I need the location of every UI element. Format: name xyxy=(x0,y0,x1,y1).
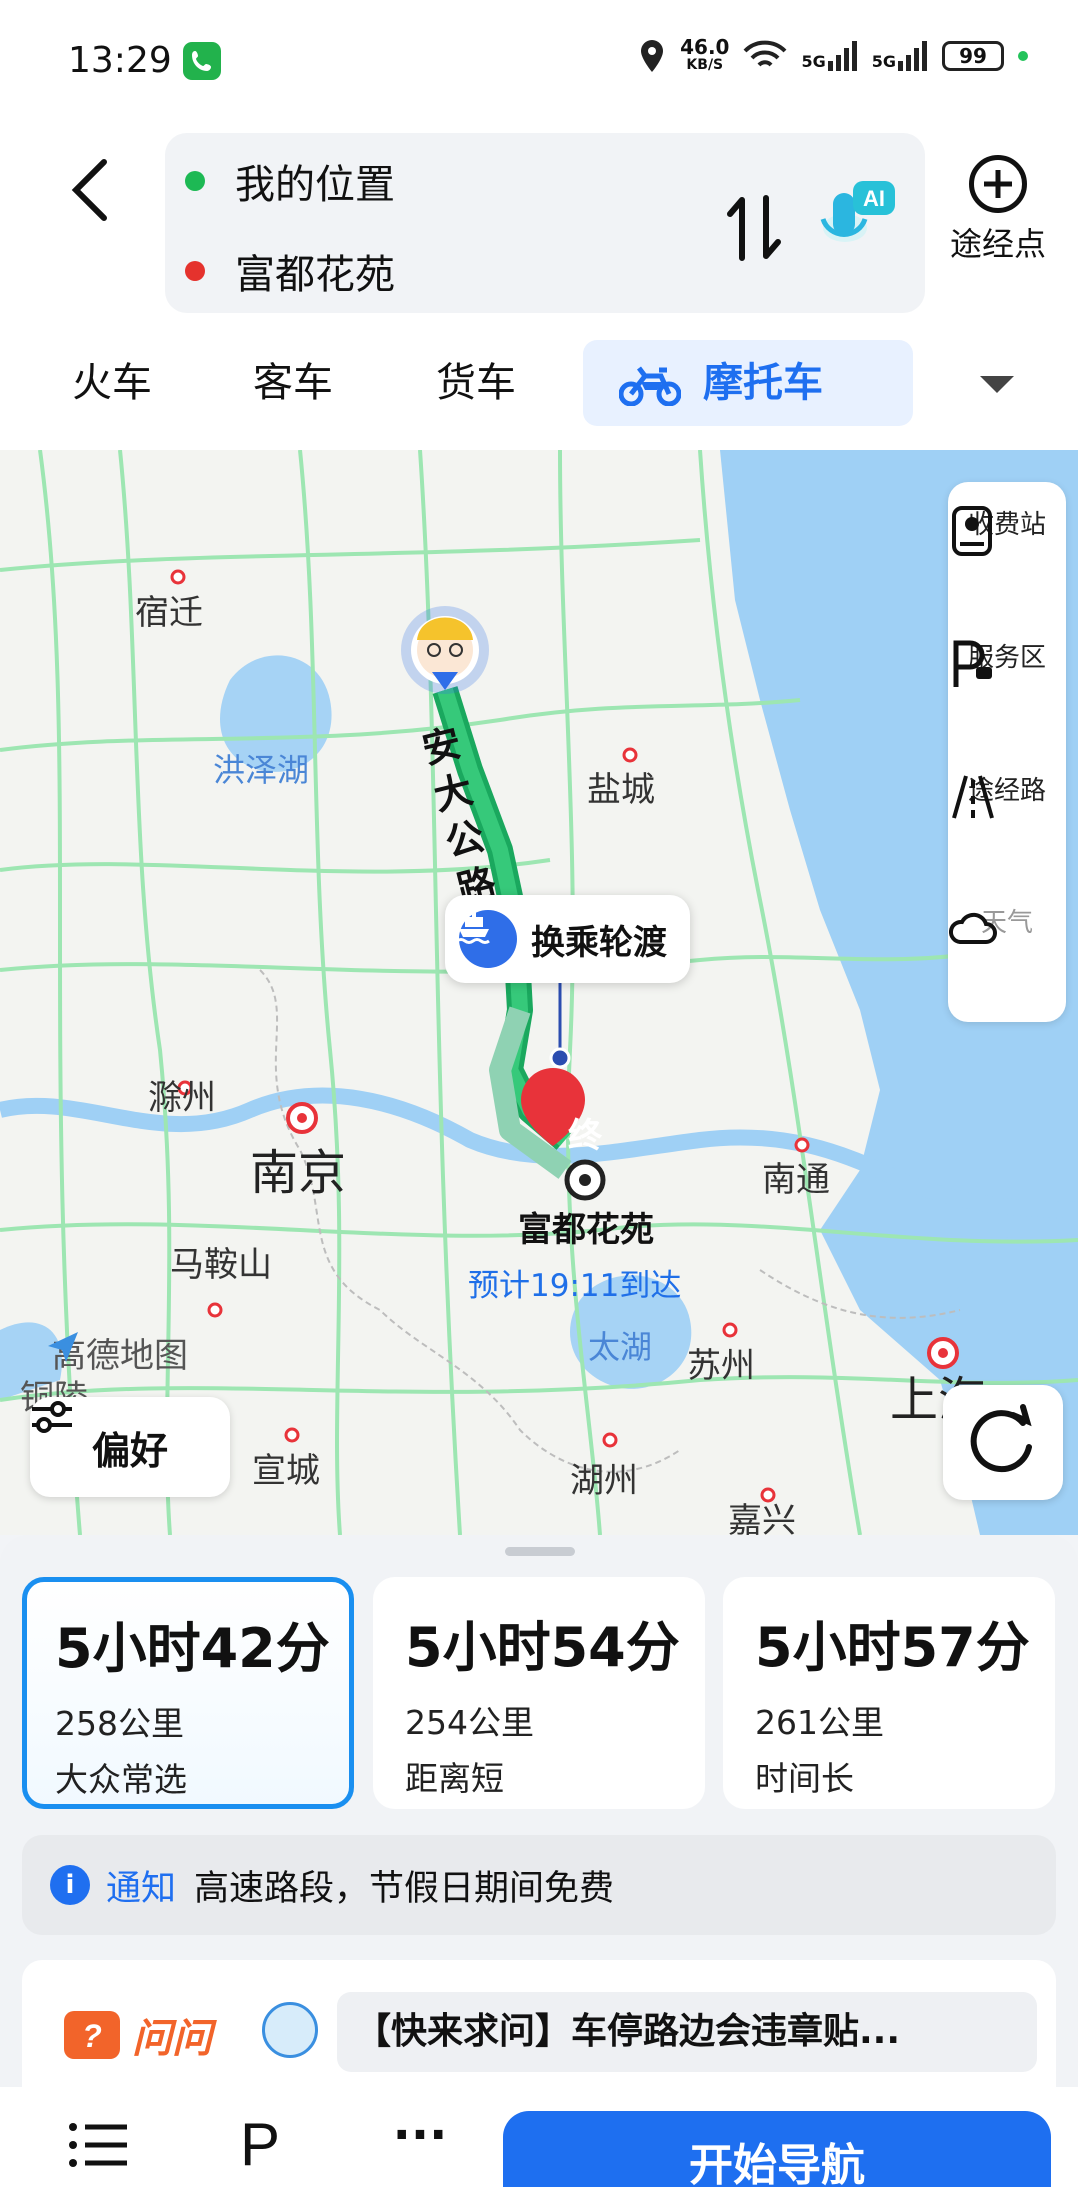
eta-label: 预计19:11到达 xyxy=(468,1268,682,1304)
route-distance: 254公里 xyxy=(405,1703,534,1742)
toll-notice[interactable]: i 通知 高速路段，节假日期间免费 xyxy=(22,1835,1056,1935)
via-road-button[interactable]: 途经路 xyxy=(948,770,1066,819)
notice-label: 通知 xyxy=(106,1868,177,1909)
tab-motorcycle-label: 摩托车 xyxy=(703,360,823,406)
city-label-xuancheng: 宣城 xyxy=(252,1451,320,1491)
ai-voice-button[interactable]: AI xyxy=(815,173,900,263)
origin-dot-icon xyxy=(185,171,205,191)
route-option-1[interactable]: 5小时42分 258公里 大众常选 xyxy=(22,1577,354,1809)
city-label-chuzhou: 滁州 xyxy=(148,1078,216,1118)
tab-bus[interactable]: 客车 xyxy=(253,340,333,426)
route-preference-button[interactable]: 偏好 xyxy=(30,1397,230,1497)
toll-station-icon xyxy=(952,506,992,556)
ask-label: ? 问问 xyxy=(64,2006,212,2064)
ask-question-text[interactable]: 【快来求问】车停路边会违章贴... xyxy=(337,1992,1037,2072)
bottom-action-bar: P ··· 开始导航 xyxy=(0,2087,1078,2187)
destination-label: 富都花苑 xyxy=(235,252,395,298)
svg-text:AI: AI xyxy=(863,186,885,211)
lake-label-taihu: 太湖 xyxy=(588,1328,653,1366)
route-distance: 258公里 xyxy=(55,1704,184,1743)
sheet-drag-handle[interactable] xyxy=(505,1547,575,1556)
phone-call-icon xyxy=(183,42,221,80)
end-marker: 终 xyxy=(568,1116,602,1156)
svg-text:?: ? xyxy=(82,2018,102,2054)
info-icon: i xyxy=(50,1865,90,1905)
status-time: 13:29 xyxy=(68,40,172,81)
map-side-panel: 收费站 服务区 途经路 天气 xyxy=(948,482,1066,1022)
status-bar: 13:29 46.0 KB/S 5G 5G 99 xyxy=(0,0,1078,125)
refresh-route-button[interactable] xyxy=(943,1385,1063,1500)
tab-truck[interactable]: 货车 xyxy=(436,340,516,426)
swap-route-button[interactable] xyxy=(720,188,790,268)
signal-5g-icon-2: 5G xyxy=(872,41,928,71)
add-waypoint-button[interactable]: 途经点 xyxy=(938,155,1058,265)
via-road-icon xyxy=(952,775,994,819)
toll-station-button[interactable]: 收费站 xyxy=(948,504,1066,556)
refresh-icon xyxy=(970,1404,1032,1473)
route-tag: 距离短 xyxy=(405,1759,504,1798)
route-duration: 5小时57分 xyxy=(755,1616,1030,1679)
net-speed: 46.0 KB/S xyxy=(680,35,730,73)
ferry-label: 换乘轮渡 xyxy=(531,922,667,963)
ferry-icon xyxy=(456,909,517,968)
transport-mode-tabs: 火车 客车 货车 摩托车 xyxy=(0,340,1078,479)
route-tag: 大众常选 xyxy=(55,1760,187,1799)
cloud-icon xyxy=(949,912,997,944)
route-option-2[interactable]: 5小时54分 254公里 距离短 xyxy=(373,1577,705,1809)
start-navigation-button[interactable]: 开始导航 xyxy=(503,2111,1051,2187)
location-icon xyxy=(641,40,664,72)
amap-logo: 高德地图 xyxy=(44,1328,188,1377)
privacy-dot xyxy=(1018,51,1028,61)
list-icon xyxy=(69,2123,127,2167)
weather-button[interactable]: 天气 xyxy=(948,902,1066,944)
city-label-nanjing: 南京 xyxy=(250,1145,347,1201)
city-label-huzhou: 湖州 xyxy=(570,1461,638,1501)
city-label-jiaxing: 嘉兴 xyxy=(728,1501,796,1535)
route-option-3[interactable]: 5小时57分 261公里 时间长 xyxy=(723,1577,1055,1809)
route-distance: 261公里 xyxy=(755,1703,884,1742)
route-list-button[interactable] xyxy=(65,2115,135,2175)
city-label-suqian: 宿迁 xyxy=(135,593,203,633)
preference-sliders-icon xyxy=(32,1401,72,1433)
motorcycle-icon xyxy=(619,366,681,406)
map-destination-name: 富都花苑 xyxy=(518,1210,654,1250)
origin-field[interactable]: 我的位置 xyxy=(185,151,395,211)
city-label-yancheng: 盐城 xyxy=(587,770,655,810)
city-label-maanshan: 马鞍山 xyxy=(170,1245,272,1285)
route-input-box: 我的位置 富都花苑 AI xyxy=(165,133,925,313)
avatar xyxy=(262,2002,318,2058)
plus-icon xyxy=(969,155,1027,213)
more-modes-chevron-icon[interactable] xyxy=(980,376,1014,393)
lake-label-hongze: 洪泽湖 xyxy=(213,751,310,789)
route-duration: 5小时54分 xyxy=(405,1616,680,1679)
amap-arrow-icon xyxy=(48,1332,78,1362)
more-options-button[interactable]: ··· xyxy=(385,2111,455,2175)
battery-indicator: 99 xyxy=(942,41,1004,71)
wifi-icon xyxy=(744,40,787,67)
signal-5g-icon: 5G xyxy=(801,41,857,71)
destination-field[interactable]: 富都花苑 xyxy=(185,241,395,301)
route-tag: 时间长 xyxy=(755,1759,854,1798)
back-button[interactable] xyxy=(62,150,122,230)
question-bubble-icon: ? xyxy=(64,2011,120,2059)
service-area-button[interactable]: 服务区 xyxy=(948,637,1066,687)
tab-train[interactable]: 火车 xyxy=(72,340,152,426)
tab-motorcycle[interactable]: 摩托车 xyxy=(583,340,913,479)
city-label-suzhou: 苏州 xyxy=(687,1346,755,1386)
notice-text: 高速路段，节假日期间免费 xyxy=(194,1868,615,1909)
destination-dot-icon xyxy=(185,261,205,281)
ferry-transfer-callout[interactable]: 换乘轮渡 xyxy=(445,895,690,983)
city-label-nantong: 南通 xyxy=(762,1160,830,1200)
map-view[interactable]: 宿迁 洪泽湖 盐城 滁州 南京 南通 马鞍山 太湖 苏州 上海 宣城 湖州 嘉兴… xyxy=(0,450,1078,1535)
origin-label: 我的位置 xyxy=(235,162,395,208)
waypoint-label: 途经点 xyxy=(949,225,1046,263)
route-duration: 5小时42分 xyxy=(55,1617,330,1680)
service-area-icon xyxy=(953,640,992,687)
route-header: 我的位置 富都花苑 AI 途经点 火车 客车 货车 摩托车 xyxy=(0,125,1078,479)
parking-button[interactable]: P xyxy=(225,2115,295,2175)
